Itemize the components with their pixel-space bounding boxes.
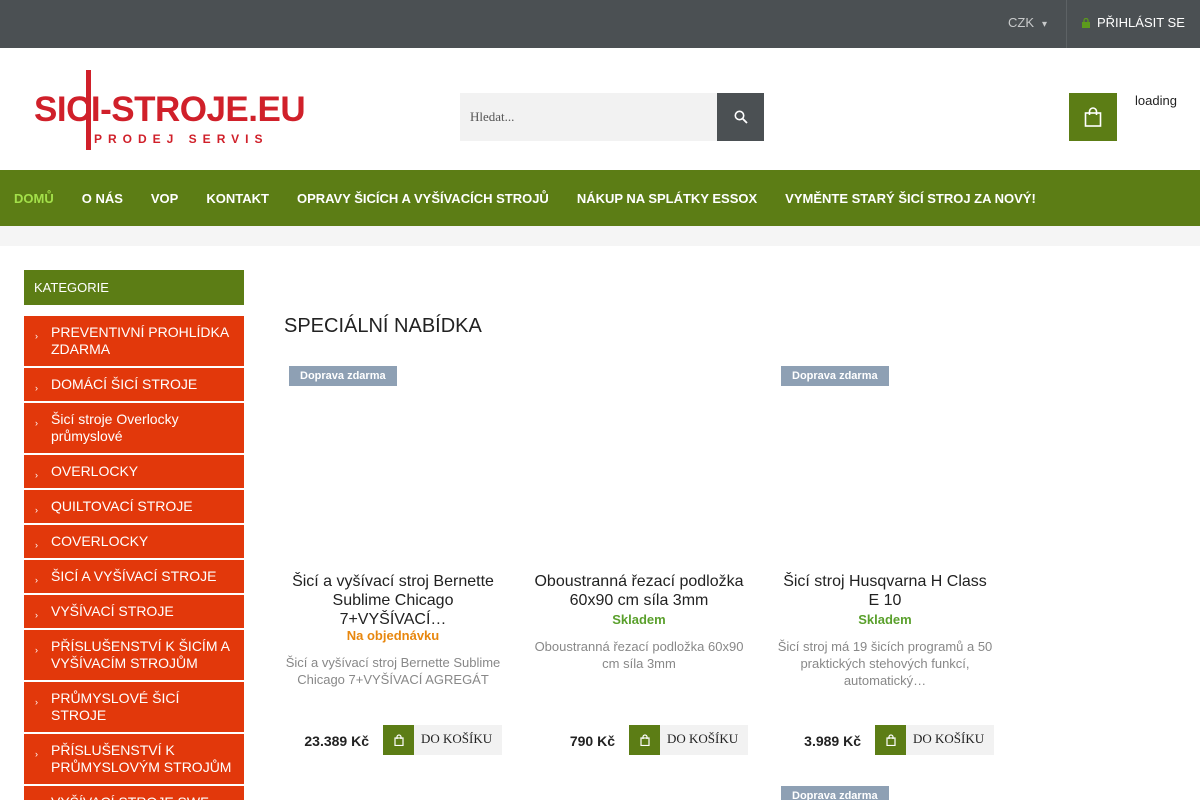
category-label: PRŮMYSLOVÉ ŠICÍ STROJE bbox=[51, 690, 180, 723]
currency-selector[interactable]: CZK ▾ bbox=[1008, 15, 1047, 30]
search-icon bbox=[734, 110, 748, 124]
login-link[interactable]: PŘIHLÁSIT SE bbox=[1082, 15, 1185, 30]
chevron-right-icon: › bbox=[35, 645, 38, 655]
category-label: OVERLOCKY bbox=[51, 463, 139, 479]
availability-status: Skladem bbox=[612, 612, 666, 627]
currency-label: CZK bbox=[1008, 15, 1034, 30]
logo-tagline: PRODEJ SERVIS bbox=[94, 132, 269, 146]
product-name[interactable]: Šicí stroj Husqvarna H Class E 10 bbox=[776, 572, 994, 610]
shopping-bag-icon bbox=[1084, 107, 1102, 127]
breadcrumb-bar bbox=[0, 226, 1200, 246]
chevron-right-icon: › bbox=[35, 697, 38, 707]
search-form bbox=[460, 93, 764, 141]
add-to-cart-button[interactable]: DO KOŠÍKU bbox=[383, 725, 502, 755]
product-name[interactable]: Oboustranná řezací podložka 60x90 cm síl… bbox=[530, 572, 748, 610]
chevron-right-icon: › bbox=[35, 505, 38, 515]
cart-icon bbox=[629, 725, 660, 755]
cart-icon bbox=[383, 725, 414, 755]
product-description: Šicí a vyšívací stroj Bernette Sublime C… bbox=[285, 655, 501, 687]
category-item[interactable]: › DOMÁCÍ ŠICÍ STROJE bbox=[24, 368, 244, 403]
chevron-right-icon: › bbox=[35, 470, 38, 480]
category-item[interactable]: › QUILTOVACÍ STROJE bbox=[24, 490, 244, 525]
nav-item[interactable]: NÁKUP NA SPLÁTKY ESSOX bbox=[577, 191, 757, 206]
nav-item[interactable]: VYMĚNTE STARÝ ŠICÍ STROJ ZA NOVÝ! bbox=[785, 191, 1036, 206]
category-label: DOMÁCÍ ŠICÍ STROJE bbox=[51, 376, 198, 392]
add-to-cart-label: DO KOŠÍKU bbox=[667, 731, 739, 746]
category-label: VYŠÍVACÍ STROJE bbox=[51, 603, 174, 619]
chevron-right-icon: › bbox=[35, 749, 38, 759]
cart-button[interactable] bbox=[1069, 93, 1117, 141]
free-shipping-badge: Doprava zdarma bbox=[781, 366, 889, 386]
search-button[interactable] bbox=[717, 93, 764, 141]
category-label: QUILTOVACÍ STROJE bbox=[51, 498, 193, 514]
category-list: › PREVENTIVNÍ PROHLÍDKA ZDARMA › DOMÁCÍ ŠIC… bbox=[24, 316, 244, 800]
nav-item[interactable]: VOP bbox=[151, 191, 178, 206]
top-bar: CZK ▾ PŘIHLÁSIT SE bbox=[0, 0, 1200, 48]
chevron-right-icon: › bbox=[35, 575, 38, 585]
category-label: PŘÍSLUŠENSTVÍ K ŠICÍM A VYŠÍVACÍM STROJŮ… bbox=[51, 638, 230, 671]
add-to-cart-label: DO KOŠÍKU bbox=[913, 731, 985, 746]
product-description: Oboustranná řezací podložka 60x90 cm síl… bbox=[534, 639, 744, 671]
category-item[interactable]: › Šicí stroje Overlocky průmyslové bbox=[24, 403, 244, 455]
category-item[interactable]: › COVERLOCKY bbox=[24, 525, 244, 560]
category-label: PŘÍSLUŠENSTVÍ K PRŮMYSLOVÝM STROJŮM bbox=[51, 742, 232, 775]
nav-item[interactable]: OPRAVY ŠICÍCH A VYŠÍVACÍCH STROJŮ bbox=[297, 191, 549, 206]
availability-status: Na objednávku bbox=[346, 628, 440, 643]
category-label: PREVENTIVNÍ PROHLÍDKA ZDARMA bbox=[51, 324, 229, 357]
lock-icon bbox=[1082, 18, 1090, 28]
nav-item[interactable]: KONTAKT bbox=[206, 191, 269, 206]
topbar-divider bbox=[1066, 0, 1067, 48]
chevron-down-icon: ▾ bbox=[1042, 19, 1048, 30]
chevron-right-icon: › bbox=[35, 610, 38, 620]
chevron-right-icon: › bbox=[35, 418, 38, 428]
page-title: SPECIÁLNÍ NABÍDKA bbox=[284, 315, 482, 337]
category-item[interactable]: ›VYŠÍVACÍ STROJE SWF bbox=[24, 786, 244, 800]
category-label: ŠICÍ A VYŠÍVACÍ STROJE bbox=[51, 568, 217, 584]
site-logo[interactable]: SICI-STROJE.EU PRODEJ SERVIS bbox=[34, 70, 306, 152]
product-name[interactable]: Šicí a vyšívací stroj Bernette Sublime C… bbox=[284, 572, 502, 629]
login-label: PŘIHLÁSIT SE bbox=[1097, 15, 1185, 30]
category-label: VYŠÍVACÍ STROJE SWF bbox=[51, 794, 209, 800]
category-label: COVERLOCKY bbox=[51, 533, 149, 549]
add-to-cart-button[interactable]: DO KOŠÍKU bbox=[629, 725, 748, 755]
free-shipping-badge: Doprava zdarma bbox=[289, 366, 397, 386]
category-item[interactable]: › OVERLOCKY bbox=[24, 455, 244, 490]
nav-item[interactable]: O NÁS bbox=[82, 191, 123, 206]
main-navigation: DOMŮ O NÁS VOP KONTAKT OPRAVY ŠICÍCH A VYŠÍV… bbox=[0, 170, 1200, 226]
chevron-right-icon: › bbox=[35, 540, 38, 550]
product-price: 3.989 Kč bbox=[804, 733, 861, 749]
chevron-right-icon: › bbox=[35, 331, 38, 341]
add-to-cart-label: DO KOŠÍKU bbox=[421, 731, 493, 746]
nav-item[interactable]: DOMŮ bbox=[14, 191, 54, 206]
product-price: 23.389 Kč bbox=[304, 733, 369, 749]
free-shipping-badge: Doprava zdarma bbox=[781, 786, 889, 800]
cart-icon bbox=[875, 725, 906, 755]
product-price: 790 Kč bbox=[569, 733, 615, 749]
category-item[interactable]: › PREVENTIVNÍ PROHLÍDKA ZDARMA bbox=[24, 316, 244, 368]
category-item[interactable]: › PŘÍSLUŠENSTVÍ K ŠICÍM A VYŠÍVACÍM STROJ… bbox=[24, 630, 244, 682]
category-label: Šicí stroje Overlocky průmyslové bbox=[51, 411, 179, 444]
categories-title: KATEGORIE bbox=[24, 270, 244, 305]
product-description: Šicí stroj má 19 šicích programů a 50 pr… bbox=[777, 639, 993, 688]
category-item[interactable]: › PŘÍSLUŠENSTVÍ K PRŮMYSLOVÝM STROJŮM bbox=[24, 734, 244, 786]
category-item[interactable]: › PRŮMYSLOVÉ ŠICÍ STROJE bbox=[24, 682, 244, 734]
add-to-cart-button[interactable]: DO KOŠÍKU bbox=[875, 725, 994, 755]
logo-text: SICI-STROJE.EU bbox=[34, 90, 306, 129]
cart-status: loading bbox=[1135, 93, 1177, 108]
chevron-right-icon: › bbox=[35, 383, 38, 393]
search-input[interactable] bbox=[460, 93, 717, 141]
availability-status: Skladem bbox=[858, 612, 912, 627]
category-item[interactable]: › ŠICÍ A VYŠÍVACÍ STROJE bbox=[24, 560, 244, 595]
category-item[interactable]: › VYŠÍVACÍ STROJE bbox=[24, 595, 244, 630]
